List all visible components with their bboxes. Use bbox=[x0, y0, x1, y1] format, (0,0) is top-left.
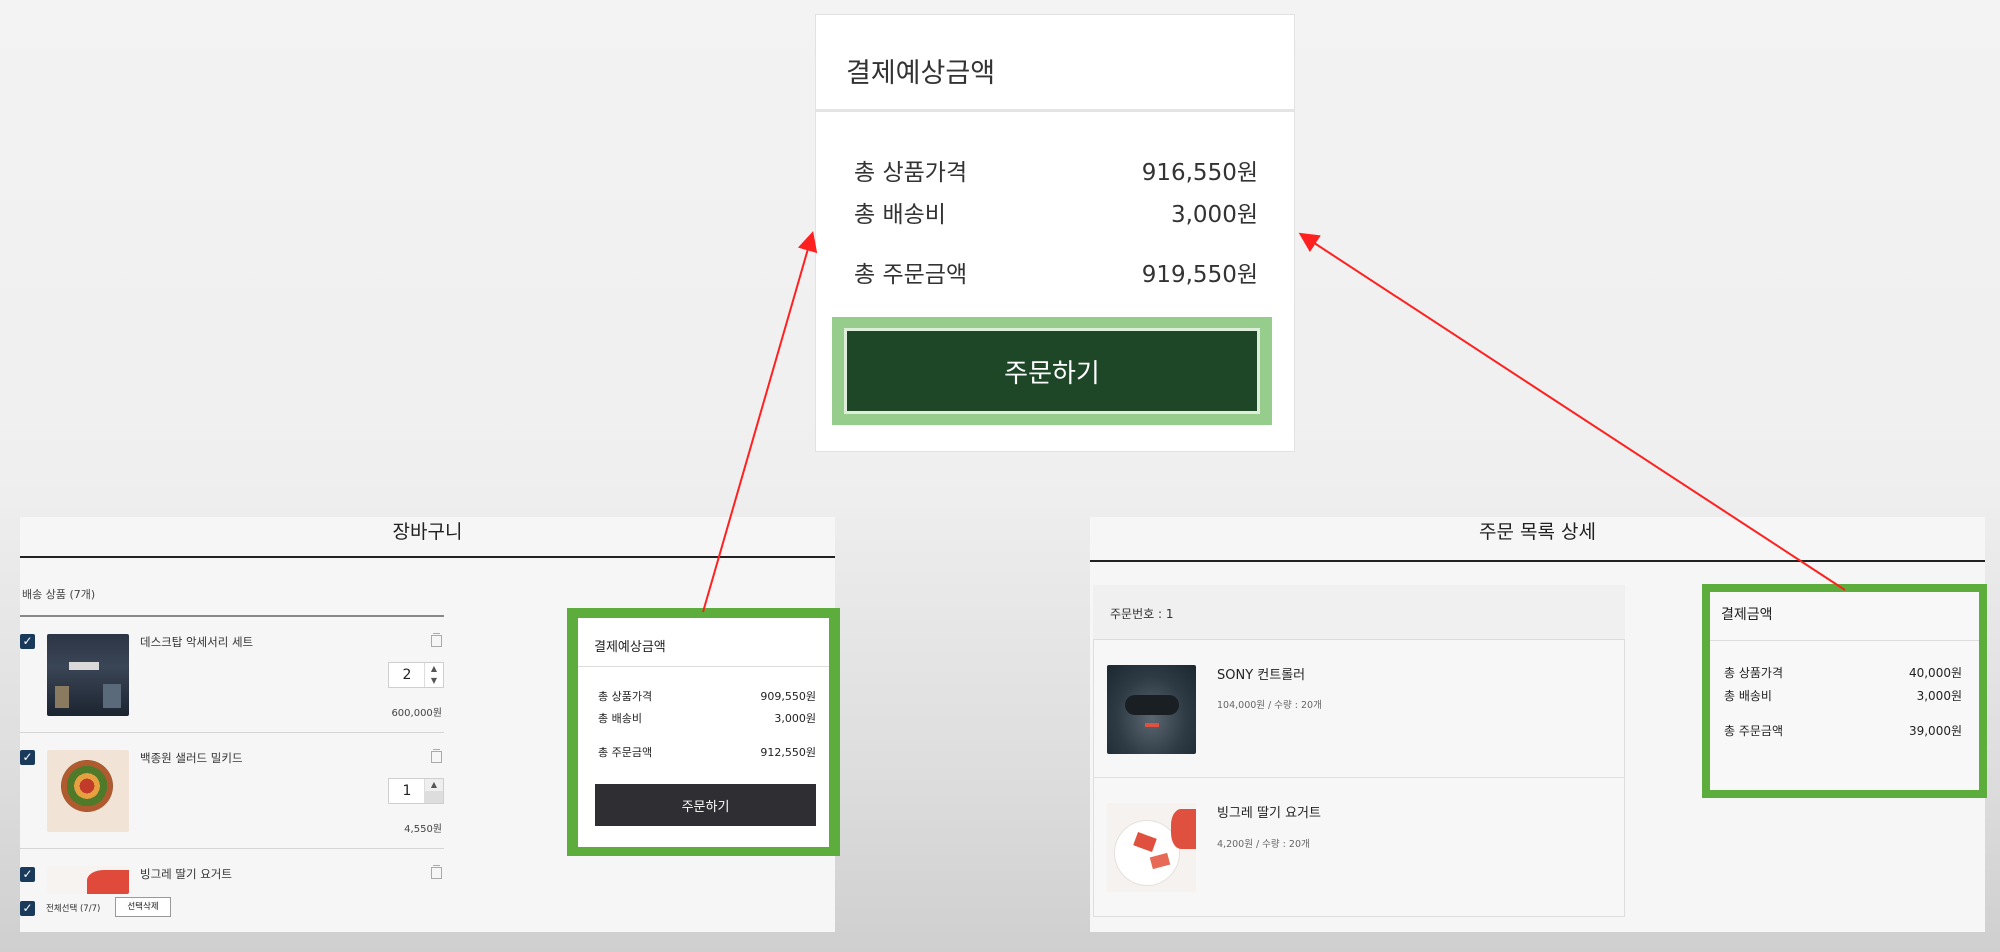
arrow-cart-to-zoom bbox=[702, 231, 818, 613]
annotation-arrows bbox=[702, 231, 1846, 613]
arrow-order-to-zoom bbox=[1298, 232, 1846, 591]
